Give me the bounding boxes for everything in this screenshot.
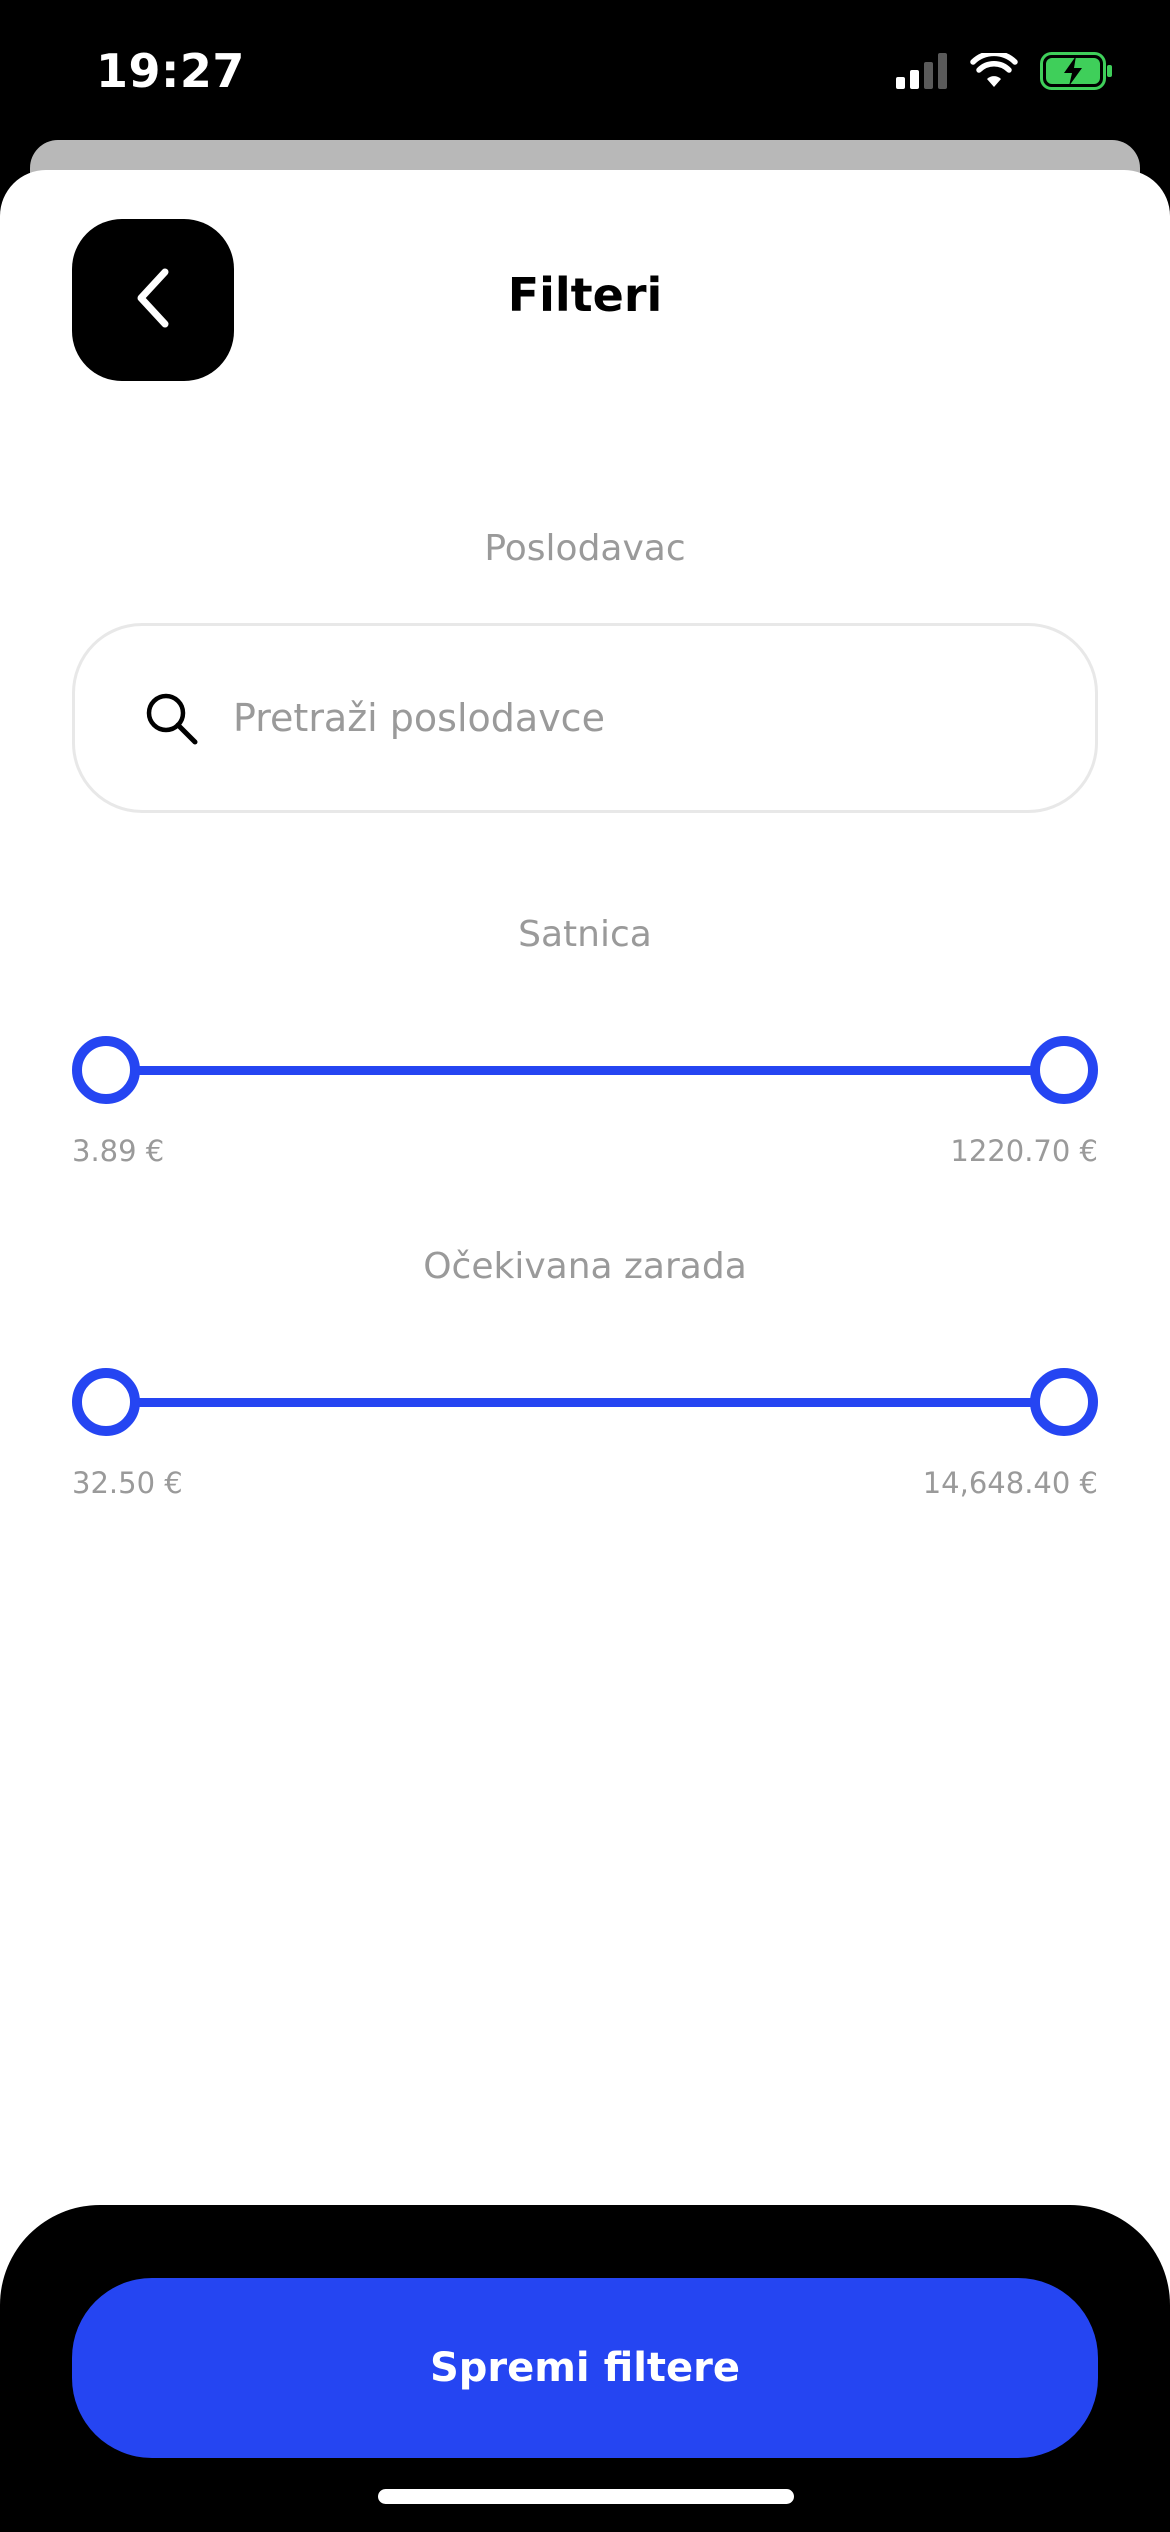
expected-earnings-label: Očekivana zarada xyxy=(423,1246,747,1287)
home-indicator xyxy=(378,2489,794,2504)
status-time: 19:27 xyxy=(96,44,245,98)
hourly-rate-min-value: 3.89 € xyxy=(72,1134,165,1168)
status-bar: 19:27 xyxy=(0,0,1170,140)
expected-earnings-max-value: 14,648.40 € xyxy=(922,1466,1098,1500)
hourly-rate-min-handle[interactable] xyxy=(72,1036,140,1104)
hourly-rate-label: Satnica xyxy=(518,914,652,955)
employer-search-box[interactable] xyxy=(72,623,1098,813)
filter-sheet xyxy=(0,170,1170,2532)
employer-label: Poslodavac xyxy=(484,528,686,569)
expected-earnings-slider[interactable] xyxy=(72,1368,1098,1438)
expected-earnings-min-handle[interactable] xyxy=(72,1368,140,1436)
signal-icon xyxy=(896,53,948,93)
expected-earnings-slider-track[interactable] xyxy=(102,1398,1068,1407)
hourly-rate-max-handle[interactable] xyxy=(1030,1036,1098,1104)
employer-search-input[interactable] xyxy=(231,626,1051,810)
battery-charging-icon xyxy=(1040,52,1114,94)
expected-earnings-min-value: 32.50 € xyxy=(72,1466,183,1500)
hourly-rate-max-value: 1220.70 € xyxy=(950,1134,1098,1168)
hourly-rate-slider[interactable] xyxy=(72,1036,1098,1106)
status-icons xyxy=(896,50,1114,94)
hourly-rate-slider-track[interactable] xyxy=(102,1066,1068,1075)
page-title: Filteri xyxy=(507,268,663,322)
save-filters-button[interactable]: Spremi filtere xyxy=(72,2278,1098,2458)
wifi-icon xyxy=(970,50,1018,93)
search-icon xyxy=(145,692,199,750)
expected-earnings-max-handle[interactable] xyxy=(1030,1368,1098,1436)
